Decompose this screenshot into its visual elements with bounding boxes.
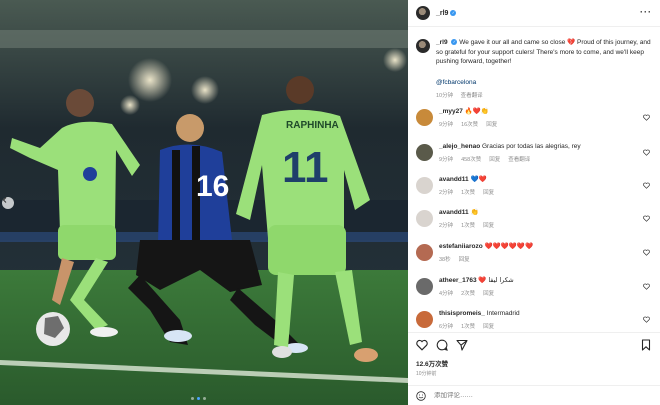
comment-likes[interactable]: 16次赞 xyxy=(461,122,478,128)
heart-icon[interactable] xyxy=(643,215,650,222)
comment-likes[interactable]: 458次赞 xyxy=(461,157,481,163)
comment-username[interactable]: _myy27 xyxy=(439,108,463,115)
heart-icon[interactable] xyxy=(643,182,650,189)
post-header: _rl9 ✓ ··· xyxy=(408,0,660,27)
comment-username[interactable]: atheer_1763 xyxy=(439,277,477,284)
caption-translate-link[interactable]: 查看翻译 xyxy=(461,93,483,99)
comment-item: _myy27 🔥❤️👏 9分钟 16次赞 回复 xyxy=(416,108,656,132)
add-comment-row xyxy=(408,385,660,405)
avatar[interactable] xyxy=(416,210,433,227)
comment-text: 👏 xyxy=(470,209,479,216)
comment-text: Gracias por todas las alegrias, rey xyxy=(482,143,581,150)
avatar[interactable] xyxy=(416,144,433,161)
comment-item: thisispromeis_ Intermadrid 6分钟 1次赞 回复 xyxy=(416,310,656,330)
caption-text: We gave it our all and came so close 💔 P… xyxy=(436,39,651,65)
avatar[interactable] xyxy=(416,109,433,126)
verified-badge-icon: ✓ xyxy=(450,10,457,16)
comment-item: estefaniiarozo ❤️❤️❤️❤️❤️❤️ 38秒 回复 xyxy=(416,243,656,267)
comment-reply-button[interactable]: 回复 xyxy=(459,257,470,263)
comment-time: 9分钟 xyxy=(439,157,454,163)
heart-icon[interactable] xyxy=(643,283,650,290)
comment-reply-button[interactable]: 回复 xyxy=(483,291,494,297)
comment-reply-button[interactable]: 回复 xyxy=(486,122,497,128)
comment-reply-button[interactable]: 回复 xyxy=(483,324,494,330)
avatar[interactable] xyxy=(416,311,433,328)
comment-item: avandd11 💙❤️ 2分钟 1次赞 回复 xyxy=(416,176,656,200)
comment-time: 2分钟 xyxy=(439,223,454,229)
comment-item: atheer_1763 ❤️ شكرا ليفا 4分钟 2次赞 回复 xyxy=(416,277,656,301)
post-side-panel: _rl9 ✓ ··· _rl9 ✓ We gave it our all and… xyxy=(408,0,660,405)
comment-text: ❤️ شكرا ليفا xyxy=(478,277,514,284)
carousel-dot xyxy=(191,397,194,400)
carousel-dot-active xyxy=(197,397,200,400)
comment-likes[interactable]: 1次赞 xyxy=(461,223,475,229)
more-horizontal-icon[interactable]: ··· xyxy=(640,8,652,17)
heart-icon[interactable] xyxy=(416,339,428,351)
comment-time: 38秒 xyxy=(439,257,451,263)
carousel-dot xyxy=(203,397,206,400)
comment-time: 6分钟 xyxy=(439,324,454,330)
jersey-number-11: 11 xyxy=(282,143,329,192)
post-action-bar xyxy=(408,332,660,354)
comment-time: 4分钟 xyxy=(439,291,454,297)
chevron-left-icon xyxy=(2,197,7,203)
avatar[interactable] xyxy=(416,177,433,194)
avatar[interactable] xyxy=(416,244,433,261)
avatar[interactable] xyxy=(416,6,430,20)
carousel-dots xyxy=(191,397,206,400)
smiley-face-icon[interactable] xyxy=(416,390,426,401)
jersey-name-raphinha: RAPHINHA xyxy=(286,120,339,131)
bookmark-icon[interactable] xyxy=(640,339,652,351)
comment-item: avandd11 👏 2分钟 1次赞 回复 xyxy=(416,209,656,233)
post-date: 10分钟前 xyxy=(416,371,437,377)
comment-text: 🔥❤️👏 xyxy=(464,108,489,115)
verified-badge-icon: ✓ xyxy=(451,39,458,46)
comment-username[interactable]: avandd11 xyxy=(439,209,469,216)
match-photo-illustration: 16 RAPHINHA 11 xyxy=(0,0,408,405)
heart-icon[interactable] xyxy=(643,114,650,121)
caption-time: 10分钟 xyxy=(436,93,454,99)
comment-likes[interactable]: 1次赞 xyxy=(461,324,475,330)
comment-likes[interactable]: 1次赞 xyxy=(461,190,475,196)
comment-item: _alejo_henao Gracias por todas las alegr… xyxy=(416,143,656,167)
paper-plane-icon[interactable] xyxy=(456,339,468,351)
comment-bubble-icon[interactable] xyxy=(436,339,448,351)
heart-icon[interactable] xyxy=(643,149,650,156)
comment-username[interactable]: thisispromeis_ xyxy=(439,310,485,317)
comment-text: Intermadrid xyxy=(486,310,520,317)
caption-mention-link[interactable]: @fcbarcelona xyxy=(436,78,656,88)
like-count[interactable]: 12.6万次赞 xyxy=(416,358,448,368)
comment-username[interactable]: avandd11 xyxy=(439,176,469,183)
post-author-username[interactable]: _rl9 xyxy=(436,10,448,17)
comment-text: ❤️❤️❤️❤️❤️❤️ xyxy=(484,243,534,250)
comment-reply-button[interactable]: 回复 xyxy=(483,190,494,196)
comment-reply-button[interactable]: 回复 xyxy=(489,157,500,163)
add-comment-input[interactable] xyxy=(434,392,634,399)
jersey-number-16: 16 xyxy=(196,170,229,203)
carousel-prev-button[interactable] xyxy=(2,197,14,209)
post-photo[interactable]: 16 RAPHINHA 11 xyxy=(0,0,408,405)
comment-translate-link[interactable]: 查看翻译 xyxy=(508,157,530,163)
avatar[interactable] xyxy=(416,39,430,53)
comment-username[interactable]: _alejo_henao xyxy=(439,143,480,150)
caption-username[interactable]: _rl9 xyxy=(436,39,448,46)
avatar[interactable] xyxy=(416,278,433,295)
heart-icon[interactable] xyxy=(643,316,650,323)
comment-reply-button[interactable]: 回复 xyxy=(483,223,494,229)
post-caption: _rl9 ✓ We gave it our all and came so cl… xyxy=(416,38,656,102)
heart-icon[interactable] xyxy=(643,249,650,256)
comment-text: 💙❤️ xyxy=(470,176,487,183)
comment-time: 9分钟 xyxy=(439,122,454,128)
comment-likes[interactable]: 2次赞 xyxy=(461,291,475,297)
comment-username[interactable]: estefaniiarozo xyxy=(439,243,483,250)
comment-time: 2分钟 xyxy=(439,190,454,196)
